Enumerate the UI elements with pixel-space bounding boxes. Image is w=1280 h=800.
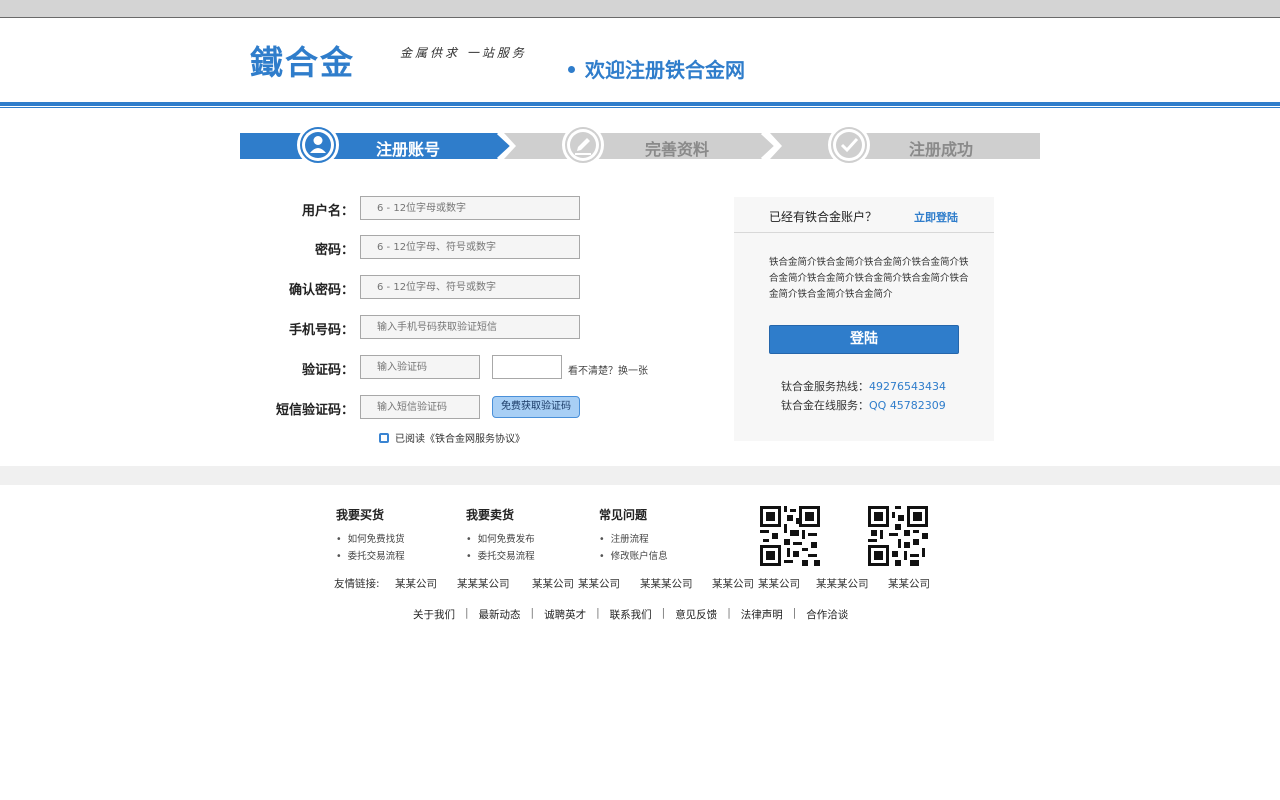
welcome-text: 欢迎注册铁合金网 [585, 58, 745, 82]
login-question: 已经有铁合金账户？ [769, 210, 878, 224]
captcha-refresh-link[interactable]: 看不清楚？换一张 [568, 362, 648, 377]
step-2-label: 完善资料 [645, 140, 710, 159]
captcha-row: 验证码： 看不清楚？换一张 [240, 355, 680, 381]
bottom-nav-link[interactable]: 法律声明 [741, 607, 783, 622]
captcha-input[interactable] [360, 355, 480, 379]
friend-link[interactable]: 某某公司 [395, 576, 437, 591]
qr-code-icon [868, 506, 928, 566]
site-intro: 铁合金简介铁合金简介铁合金简介铁合金简介铁合金简介铁合金简介铁合金简介铁合金简介… [769, 257, 969, 300]
footer-column-title: 我要买货 [336, 508, 385, 522]
slogan: 金属供求 一站服务 [400, 46, 527, 60]
footer-band [0, 466, 1280, 485]
footer-link[interactable]: 注册流程 [599, 531, 668, 548]
nav-separator: | [727, 607, 731, 619]
hotline-label: 钛合金服务热线： [781, 380, 869, 393]
nav-separator: | [530, 607, 535, 619]
footer-column-faq: 常见问题 注册流程 修改账户信息 [599, 506, 668, 565]
online-service-value[interactable]: QQ 45782309 [869, 399, 946, 412]
phone-input[interactable] [360, 315, 580, 339]
friend-links-label: 友情链接: [334, 578, 380, 590]
friend-link[interactable]: 某某公司 [888, 576, 930, 591]
friend-link[interactable]: 某某公司 [578, 576, 620, 591]
step-1-label: 注册账号 [376, 140, 441, 159]
login-panel: 已经有铁合金账户？ 立即登陆 铁合金简介铁合金简介铁合金简介铁合金简介铁合金简介… [734, 197, 994, 441]
logo-text: 鐵合金 [250, 43, 355, 82]
password-row: 密码： [240, 235, 680, 261]
friend-link[interactable]: 某某公司 [758, 576, 800, 591]
bottom-nav-link[interactable]: 最新动态 [479, 607, 521, 622]
nav-separator: | [661, 607, 666, 619]
qr-code-icon [760, 506, 820, 566]
friend-link[interactable]: 某某某公司 [457, 576, 510, 591]
username-row: 用户名： [240, 196, 680, 222]
confirm-password-row: 确认密码： [240, 275, 680, 301]
get-sms-code-button[interactable]: 免费获取验证码 [492, 396, 580, 418]
bottom-nav-link[interactable]: 合作洽谈 [806, 607, 848, 622]
sms-label: 短信验证码： [275, 403, 354, 418]
username-label: 用户名： [301, 204, 354, 219]
step-3-label: 注册成功 [909, 140, 974, 159]
friend-link[interactable]: 某某某公司 [816, 576, 869, 591]
agreement-text[interactable]: 已阅读《铁合金网服务协议》 [395, 430, 525, 445]
agreement-checkbox[interactable] [379, 432, 389, 443]
online-service: 钛合金在线服务：QQ 45782309 [781, 397, 946, 413]
friend-link[interactable]: 某某公司 [532, 576, 574, 591]
header-divider-thin [0, 107, 1280, 108]
captcha-image[interactable] [492, 355, 562, 379]
bottom-nav: 关于我们 | 最新动态 | 诚聘英才 | 联系我们 | 意见反馈 | 法律声明 | 合作洽谈 [413, 607, 848, 622]
registration-steps: 注册账号 完善资料 注册成功 [240, 120, 1040, 172]
login-now-link[interactable]: 立即登陆 [914, 209, 958, 225]
confirm-password-input[interactable] [360, 275, 580, 299]
footer-link[interactable]: 如何免费发布 [466, 531, 535, 548]
captcha-label: 验证码： [301, 363, 354, 378]
browser-top-strip [0, 0, 1280, 18]
agreement: 已阅读《铁合金网服务协议》 [379, 430, 525, 445]
phone-row: 手机号码： [240, 315, 680, 341]
footer-link[interactable]: 委托交易流程 [466, 548, 535, 565]
nav-separator: | [596, 607, 600, 619]
confirm-password-label: 确认密码： [288, 283, 354, 298]
site-logo[interactable]: 鐵合金 [250, 40, 355, 82]
footer-column-title: 常见问题 [599, 508, 648, 522]
footer-link[interactable]: 修改账户信息 [599, 548, 668, 565]
step-1-icon [297, 124, 339, 166]
bottom-nav-link[interactable]: 诚聘英才 [544, 607, 586, 622]
hotline-value: 49276543434 [869, 380, 946, 393]
password-input[interactable] [360, 235, 580, 259]
login-panel-header: 已经有铁合金账户？ 立即登陆 [734, 197, 994, 233]
footer-link[interactable]: 如何免费找货 [336, 531, 405, 548]
username-input[interactable] [360, 196, 580, 220]
footer-column-title: 我要卖货 [466, 508, 515, 522]
password-label: 密码： [314, 243, 354, 258]
header-divider [0, 102, 1280, 106]
friend-link[interactable]: 某某公司 [712, 576, 754, 591]
footer-column-buy: 我要买货 如何免费找货 委托交易流程 [336, 506, 405, 565]
welcome-title: 欢迎注册铁合金网 [568, 54, 745, 83]
phone-label: 手机号码： [288, 323, 354, 338]
sms-code-input[interactable] [360, 395, 480, 419]
bottom-nav-link[interactable]: 意见反馈 [675, 607, 717, 622]
nav-separator: | [792, 607, 797, 619]
nav-separator: | [465, 607, 469, 619]
login-button[interactable]: 登陆 [769, 325, 959, 354]
hotline: 钛合金服务热线：49276543434 [781, 378, 946, 394]
friend-link[interactable]: 某某某公司 [640, 576, 693, 591]
footer-column-sell: 我要卖货 如何免费发布 委托交易流程 [466, 506, 535, 565]
step-3-icon [828, 124, 870, 166]
bottom-nav-link[interactable]: 联系我们 [610, 607, 652, 622]
sms-row: 短信验证码： 免费获取验证码 [240, 395, 680, 421]
bullet-icon [568, 66, 575, 73]
footer-link[interactable]: 委托交易流程 [336, 548, 405, 565]
bottom-nav-link[interactable]: 关于我们 [413, 607, 455, 622]
step-2-icon [562, 124, 604, 166]
online-service-label: 钛合金在线服务： [781, 399, 869, 412]
